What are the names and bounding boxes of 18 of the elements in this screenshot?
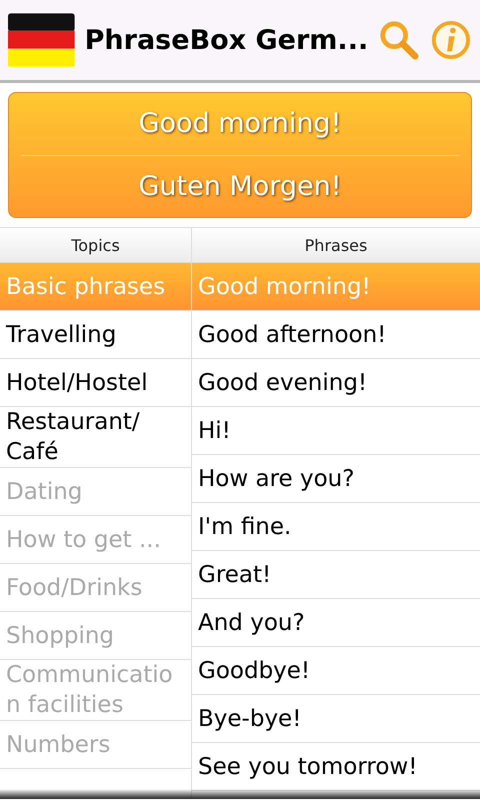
phrase-item[interactable]: How are you? [192,455,480,503]
phrase-item[interactable]: I'm fine. [192,503,480,551]
phrase-item[interactable]: See you tomorrow! [192,743,480,791]
phrase-item[interactable]: Great! [192,551,480,599]
info-icon[interactable] [430,18,472,62]
phrase-item[interactable]: Bye-bye! [192,695,480,743]
phrase-item[interactable]: And you? [192,599,480,647]
phrase-item[interactable]: Goodbye! [192,647,480,695]
topic-item[interactable]: Restaurant/ Café [0,407,191,468]
phrase-item[interactable]: Good afternoon! [192,311,480,359]
translation-text: Guten Morgen! [138,170,342,202]
topic-item[interactable]: Hotel/Hostel [0,359,191,407]
phrase-item[interactable]: Hi! [192,407,480,455]
topic-item[interactable]: Travelling [0,311,191,359]
app-title: PhraseBox Germ... [84,24,368,56]
phrase-item[interactable]: Good evening! [192,359,480,407]
phrase-text: Good morning! [138,108,342,140]
flag-icon [8,12,75,68]
